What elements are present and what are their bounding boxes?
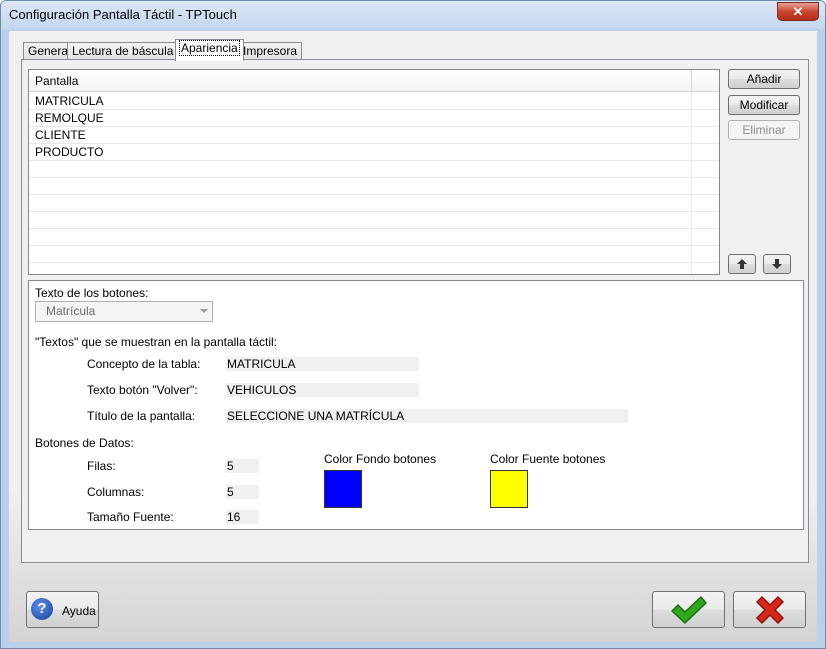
help-button-label: Ayuda	[62, 604, 96, 618]
data-buttons-label: Botones de Datos:	[35, 436, 134, 450]
rows-label: Filas:	[87, 459, 116, 473]
window-title: Configuración Pantalla Táctil - TPTouch	[9, 7, 237, 22]
columns-field[interactable]: 5	[226, 485, 259, 499]
table-concept-field[interactable]: MATRICULA	[226, 357, 419, 371]
button-text-dropdown[interactable]: Matrícula	[35, 301, 213, 322]
title-bar: Configuración Pantalla Táctil - TPTouch …	[1, 1, 825, 29]
help-icon: ?	[31, 598, 53, 620]
grid-row-empty	[29, 229, 719, 246]
grid-row[interactable]: CLIENTE	[29, 127, 719, 144]
close-button[interactable]: ✕	[777, 2, 819, 21]
back-button-text-label: Texto botón "Volver":	[87, 383, 198, 397]
grid-row-empty	[29, 178, 719, 195]
columns-label: Columnas:	[87, 485, 145, 499]
grid-row-empty	[29, 212, 719, 229]
tab-scale-reading[interactable]: Lectura de báscula	[67, 42, 179, 60]
arrow-up-icon	[736, 259, 748, 273]
appearance-settings-panel: Texto de los botones: Matrícula "Textos"…	[28, 280, 804, 530]
tab-printer[interactable]: Impresora	[238, 42, 303, 60]
grid-row[interactable]: MATRICULA	[29, 93, 719, 110]
font-size-field[interactable]: 16	[226, 510, 259, 524]
bg-color-label: Color Fondo botones	[324, 452, 437, 466]
ok-button[interactable]	[652, 591, 725, 628]
grid-row[interactable]: REMOLQUE	[29, 110, 719, 127]
screen-title-label: Título de la pantalla:	[87, 409, 196, 423]
move-down-button[interactable]	[763, 254, 791, 274]
window-client-area: General Lectura de báscula Apariencia Im…	[9, 31, 817, 642]
table-concept-label: Concepto de la tabla:	[87, 357, 201, 371]
cancel-button[interactable]	[733, 591, 806, 628]
modify-button[interactable]: Modificar	[728, 95, 800, 115]
help-button[interactable]: ? Ayuda	[26, 591, 99, 628]
tab-appearance[interactable]: Apariencia	[175, 39, 244, 61]
button-text-label: Texto de los botones:	[35, 286, 149, 300]
font-color-swatch[interactable]	[490, 470, 528, 508]
screen-title-field[interactable]: SELECCIONE UNA MATRÍCULA	[226, 409, 628, 423]
grid-row-empty	[29, 161, 719, 178]
appearance-tab-page: Pantalla MATRICULA REMOLQUE CLIENTE PROD…	[21, 59, 809, 563]
bg-color-swatch[interactable]	[324, 470, 362, 508]
grid-header-filler	[691, 70, 719, 92]
button-text-selected: Matrícula	[46, 304, 96, 318]
screens-grid[interactable]: Pantalla MATRICULA REMOLQUE CLIENTE PROD…	[28, 69, 720, 275]
font-color-label: Color Fuente botones	[490, 452, 606, 466]
grid-row[interactable]: PRODUCTO	[29, 144, 719, 161]
move-up-button[interactable]	[728, 254, 756, 274]
font-size-label: Tamaño Fuente:	[87, 510, 174, 524]
rows-field[interactable]: 5	[226, 459, 259, 473]
arrow-down-icon	[771, 259, 783, 273]
chevron-down-icon	[200, 309, 208, 313]
back-button-text-field[interactable]: VEHICULOS	[226, 383, 419, 397]
grid-row-empty	[29, 246, 719, 263]
texts-section-label: "Textos" que se muestran en la pantalla …	[35, 335, 277, 349]
grid-row-empty	[29, 195, 719, 212]
settings-window: Configuración Pantalla Táctil - TPTouch …	[0, 0, 826, 649]
delete-button[interactable]: Eliminar	[728, 120, 800, 140]
add-button[interactable]: Añadir	[728, 69, 800, 89]
grid-column-header-screen[interactable]: Pantalla	[29, 70, 691, 92]
